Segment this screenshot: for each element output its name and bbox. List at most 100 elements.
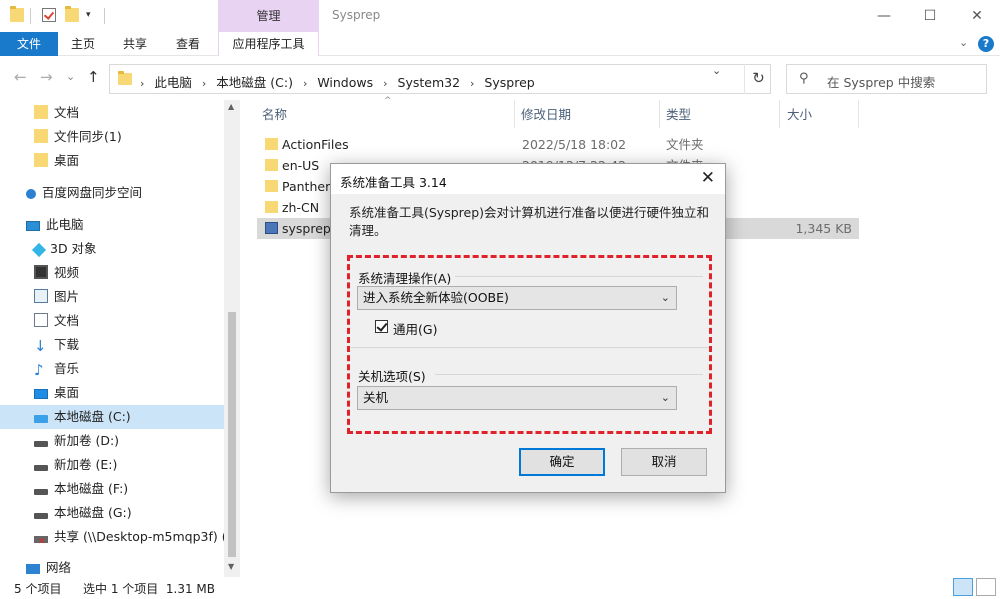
forward-arrow-icon[interactable]: → [40,68,53,86]
selection-info: 选中 1 个项目 1.31 MB [83,582,216,596]
tab-file[interactable]: 文件 [0,32,58,56]
sidebar-item-documents[interactable]: 文档 [34,309,79,333]
folder-icon [34,153,48,167]
tab-home[interactable]: 主页 [62,32,104,56]
network-icon [26,564,40,574]
ribbon-collapse-icon[interactable]: ⌄ [959,36,968,49]
desktop-icon [34,389,48,399]
folder-icon [265,180,278,192]
file-date: 2022/5/18 18:02 [522,137,627,152]
sidebar-item-3d-objects[interactable]: 3D 对象 [31,237,97,261]
sidebar-item-music[interactable]: ♪ 音乐 [34,357,79,381]
up-arrow-icon[interactable]: ↑ [87,68,100,86]
divider [30,8,31,24]
column-header-size[interactable]: 大小 [787,104,812,126]
sidebar-item-desktop[interactable]: 桌面 [34,381,79,405]
drive-icon [34,489,48,495]
sidebar-item-videos[interactable]: 视频 [34,261,79,285]
search-placeholder: 在 Sysprep 中搜索 [827,75,936,90]
sidebar-item-label: 视频 [54,265,80,280]
sidebar-item-baidu-sync[interactable]: 百度网盘同步空间 [23,181,142,205]
drive-icon [34,441,48,447]
file-name: ActionFiles [282,137,349,152]
cancel-button[interactable]: 取消 [621,448,707,476]
column-divider[interactable] [779,100,780,128]
breadcrumb-sysprep[interactable]: Sysprep [484,75,534,90]
scroll-down-icon[interactable]: ▼ [228,562,234,571]
sidebar-item-local-disk-g[interactable]: 本地磁盘 (G:) [34,501,132,525]
refresh-icon[interactable]: ↻ [744,64,772,94]
system-drive-icon [34,415,48,423]
navigation-bar: ← → ⌄ ↑ › 此电脑 › 本地磁盘 (C:) › Windows › Sy… [0,56,1000,100]
computer-icon [26,221,40,231]
column-divider[interactable] [659,100,660,128]
sidebar-item-label: 图片 [54,289,80,304]
column-divider[interactable] [858,100,859,128]
cloud-sync-icon [23,186,39,202]
back-arrow-icon[interactable]: ← [14,68,27,86]
download-icon: ↓ [34,337,47,355]
address-separator: › [302,77,308,90]
sidebar-item-local-disk-c[interactable]: 本地磁盘 (C:) [0,405,224,429]
sysprep-dialog: 系统准备工具 3.14 ✕ 系统准备工具(Sysprep)会对计算机进行准备以便… [330,163,726,493]
sidebar-item-label: 本地磁盘 (G:) [54,505,132,520]
sidebar-item-downloads[interactable]: ↓ 下载 [34,333,79,357]
sidebar-item-label: 下载 [54,337,80,352]
recent-locations-icon[interactable]: ⌄ [66,70,75,83]
tab-manage[interactable]: 管理 [218,0,319,33]
search-box[interactable]: ⚲ 在 Sysprep 中搜索 [786,64,987,94]
sidebar-item-pictures[interactable]: 图片 [34,285,79,309]
help-icon[interactable]: ? [978,36,994,52]
address-dropdown-icon[interactable]: ⌄ [712,64,721,77]
file-row[interactable]: ActionFiles 2022/5/18 18:02 文件夹 [257,134,859,155]
sidebar-item-this-pc[interactable]: 此电脑 [26,213,84,237]
quick-access-dropdown-icon[interactable]: ▾ [86,10,91,20]
new-folder-icon[interactable] [65,6,79,22]
file-name: sysprep. [282,221,335,236]
sidebar-item-volume-d[interactable]: 新加卷 (D:) [34,429,119,453]
column-header-date[interactable]: 修改日期 [521,104,571,126]
column-divider[interactable] [514,100,515,128]
tab-application-tools[interactable]: 应用程序工具 [218,32,319,56]
tab-view[interactable]: 查看 [167,32,209,56]
details-view-icon[interactable] [953,578,973,596]
tab-share[interactable]: 共享 [114,32,156,56]
address-separator: › [470,77,475,90]
sidebar-item-label: 共享 (\\Desktop-m5mqp3f) (Z [54,529,224,544]
status-bar: 5 个项目 选中 1 个项目 1.31 MB [0,577,1000,599]
sidebar-item-local-disk-f[interactable]: 本地磁盘 (F:) [34,477,128,501]
folder-icon [265,159,278,171]
breadcrumb-this-pc[interactable]: 此电脑 [154,75,192,90]
large-icons-view-icon[interactable] [976,578,996,596]
scroll-up-icon[interactable]: ▲ [228,102,234,111]
dialog-close-icon[interactable]: ✕ [701,168,715,188]
sort-ascending-icon: ^ [384,96,392,106]
sidebar-item-volume-e[interactable]: 新加卷 (E:) [34,453,117,477]
scrollbar-thumb[interactable] [228,312,236,557]
sidebar-item-desktop-quick[interactable]: 桌面 [34,149,79,173]
column-header-name[interactable]: 名称 [262,104,287,126]
highlight-annotation [347,255,712,434]
breadcrumb-windows[interactable]: Windows [317,75,373,90]
file-name: Panther [282,179,331,194]
sidebar-item-documents-quick[interactable]: 文档 [34,101,79,125]
folder-icon[interactable] [10,6,24,22]
maximize-button[interactable]: ☐ [907,0,953,32]
breadcrumb-system32[interactable]: System32 [398,75,461,90]
address-separator: › [201,77,207,90]
sidebar-item-label: 文档 [54,105,80,120]
sidebar-item-file-sync[interactable]: 文件同步(1) [34,125,122,149]
window-title: Sysprep [332,8,381,22]
sidebar-item-network-share-z[interactable]: 共享 (\\Desktop-m5mqp3f) (Z [34,525,224,549]
ok-button[interactable]: 确定 [519,448,605,476]
breadcrumb-local-disk-c[interactable]: 本地磁盘 (C:) [216,75,293,90]
column-header-type[interactable]: 类型 [666,104,691,126]
properties-check-icon[interactable] [42,8,56,22]
sidebar-item-label: 文件同步(1) [54,129,122,144]
close-button[interactable]: ✕ [954,0,1000,32]
sidebar-item-label: 本地磁盘 (C:) [54,409,131,424]
minimize-button[interactable]: — [861,0,907,32]
address-bar[interactable]: › 此电脑 › 本地磁盘 (C:) › Windows › System32 ›… [109,64,771,94]
address-separator: › [383,77,388,90]
sidebar-scrollbar[interactable]: ▲ ▼ [224,100,240,577]
